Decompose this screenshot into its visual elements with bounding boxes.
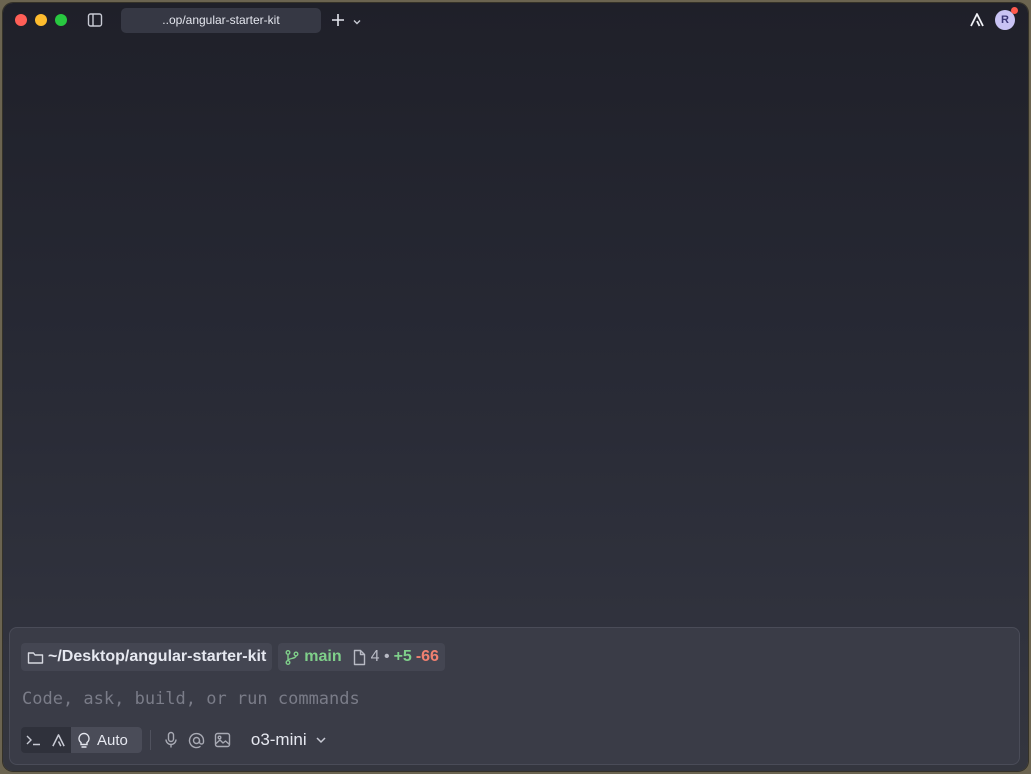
- close-window-button[interactable]: [15, 14, 27, 26]
- lines-added: +5: [393, 648, 412, 665]
- warp-agent-icon: [52, 733, 65, 746]
- file-icon: [353, 649, 365, 665]
- directory-path: ~/Desktop/angular-starter-kit: [48, 648, 267, 665]
- terminal-window: ..op/angular-starter-kit R ~/Desktop/ang…: [3, 3, 1028, 771]
- warp-logo-icon[interactable]: [969, 12, 985, 28]
- auto-mode-label: Auto: [97, 731, 128, 749]
- toolbar-divider: [149, 730, 151, 750]
- input-toolbar: Auto o3-mini: [21, 727, 327, 753]
- mode-selector: Auto: [21, 727, 142, 753]
- git-status-chip[interactable]: main 4 • +5 -66: [278, 643, 445, 671]
- terminal-mode-button[interactable]: [21, 727, 46, 753]
- image-icon: [215, 732, 231, 748]
- folder-icon: [27, 651, 44, 664]
- chevron-down-icon[interactable]: [352, 14, 362, 25]
- terminal-prompt-icon: [26, 735, 40, 746]
- minimize-window-button[interactable]: [35, 14, 47, 26]
- avatar-initial: R: [1001, 14, 1009, 26]
- notification-badge: [1011, 7, 1018, 14]
- mention-button[interactable]: [185, 727, 209, 753]
- sidebar-toggle-icon[interactable]: [87, 12, 103, 28]
- context-chips: ~/Desktop/angular-starter-kit main 4 • +…: [21, 643, 445, 671]
- directory-chip[interactable]: ~/Desktop/angular-starter-kit: [21, 643, 273, 671]
- microphone-icon: [165, 731, 177, 748]
- at-sign-icon: [189, 732, 205, 748]
- lightbulb-icon: [78, 732, 90, 748]
- agent-mode-button[interactable]: [46, 727, 71, 753]
- input-panel: ~/Desktop/angular-starter-kit main 4 • +…: [9, 627, 1020, 765]
- git-branch-icon: [285, 649, 299, 665]
- new-tab-plus-icon[interactable]: [329, 11, 347, 29]
- zoom-window-button[interactable]: [55, 14, 67, 26]
- voice-input-button[interactable]: [159, 727, 183, 753]
- tab-active[interactable]: ..op/angular-starter-kit: [121, 8, 321, 33]
- auto-mode-button[interactable]: Auto: [71, 727, 142, 753]
- command-input[interactable]: [22, 688, 1002, 710]
- model-selector[interactable]: o3-mini: [251, 727, 327, 753]
- lines-deleted: -66: [415, 648, 439, 665]
- title-bar: ..op/angular-starter-kit R: [3, 3, 1028, 37]
- branch-name: main: [304, 648, 342, 665]
- model-name: o3-mini: [250, 730, 307, 749]
- chevron-down-icon: [316, 737, 326, 744]
- tab-title: ..op/angular-starter-kit: [162, 13, 280, 27]
- attach-image-button[interactable]: [211, 727, 235, 753]
- files-changed-count: 4 •: [370, 648, 390, 665]
